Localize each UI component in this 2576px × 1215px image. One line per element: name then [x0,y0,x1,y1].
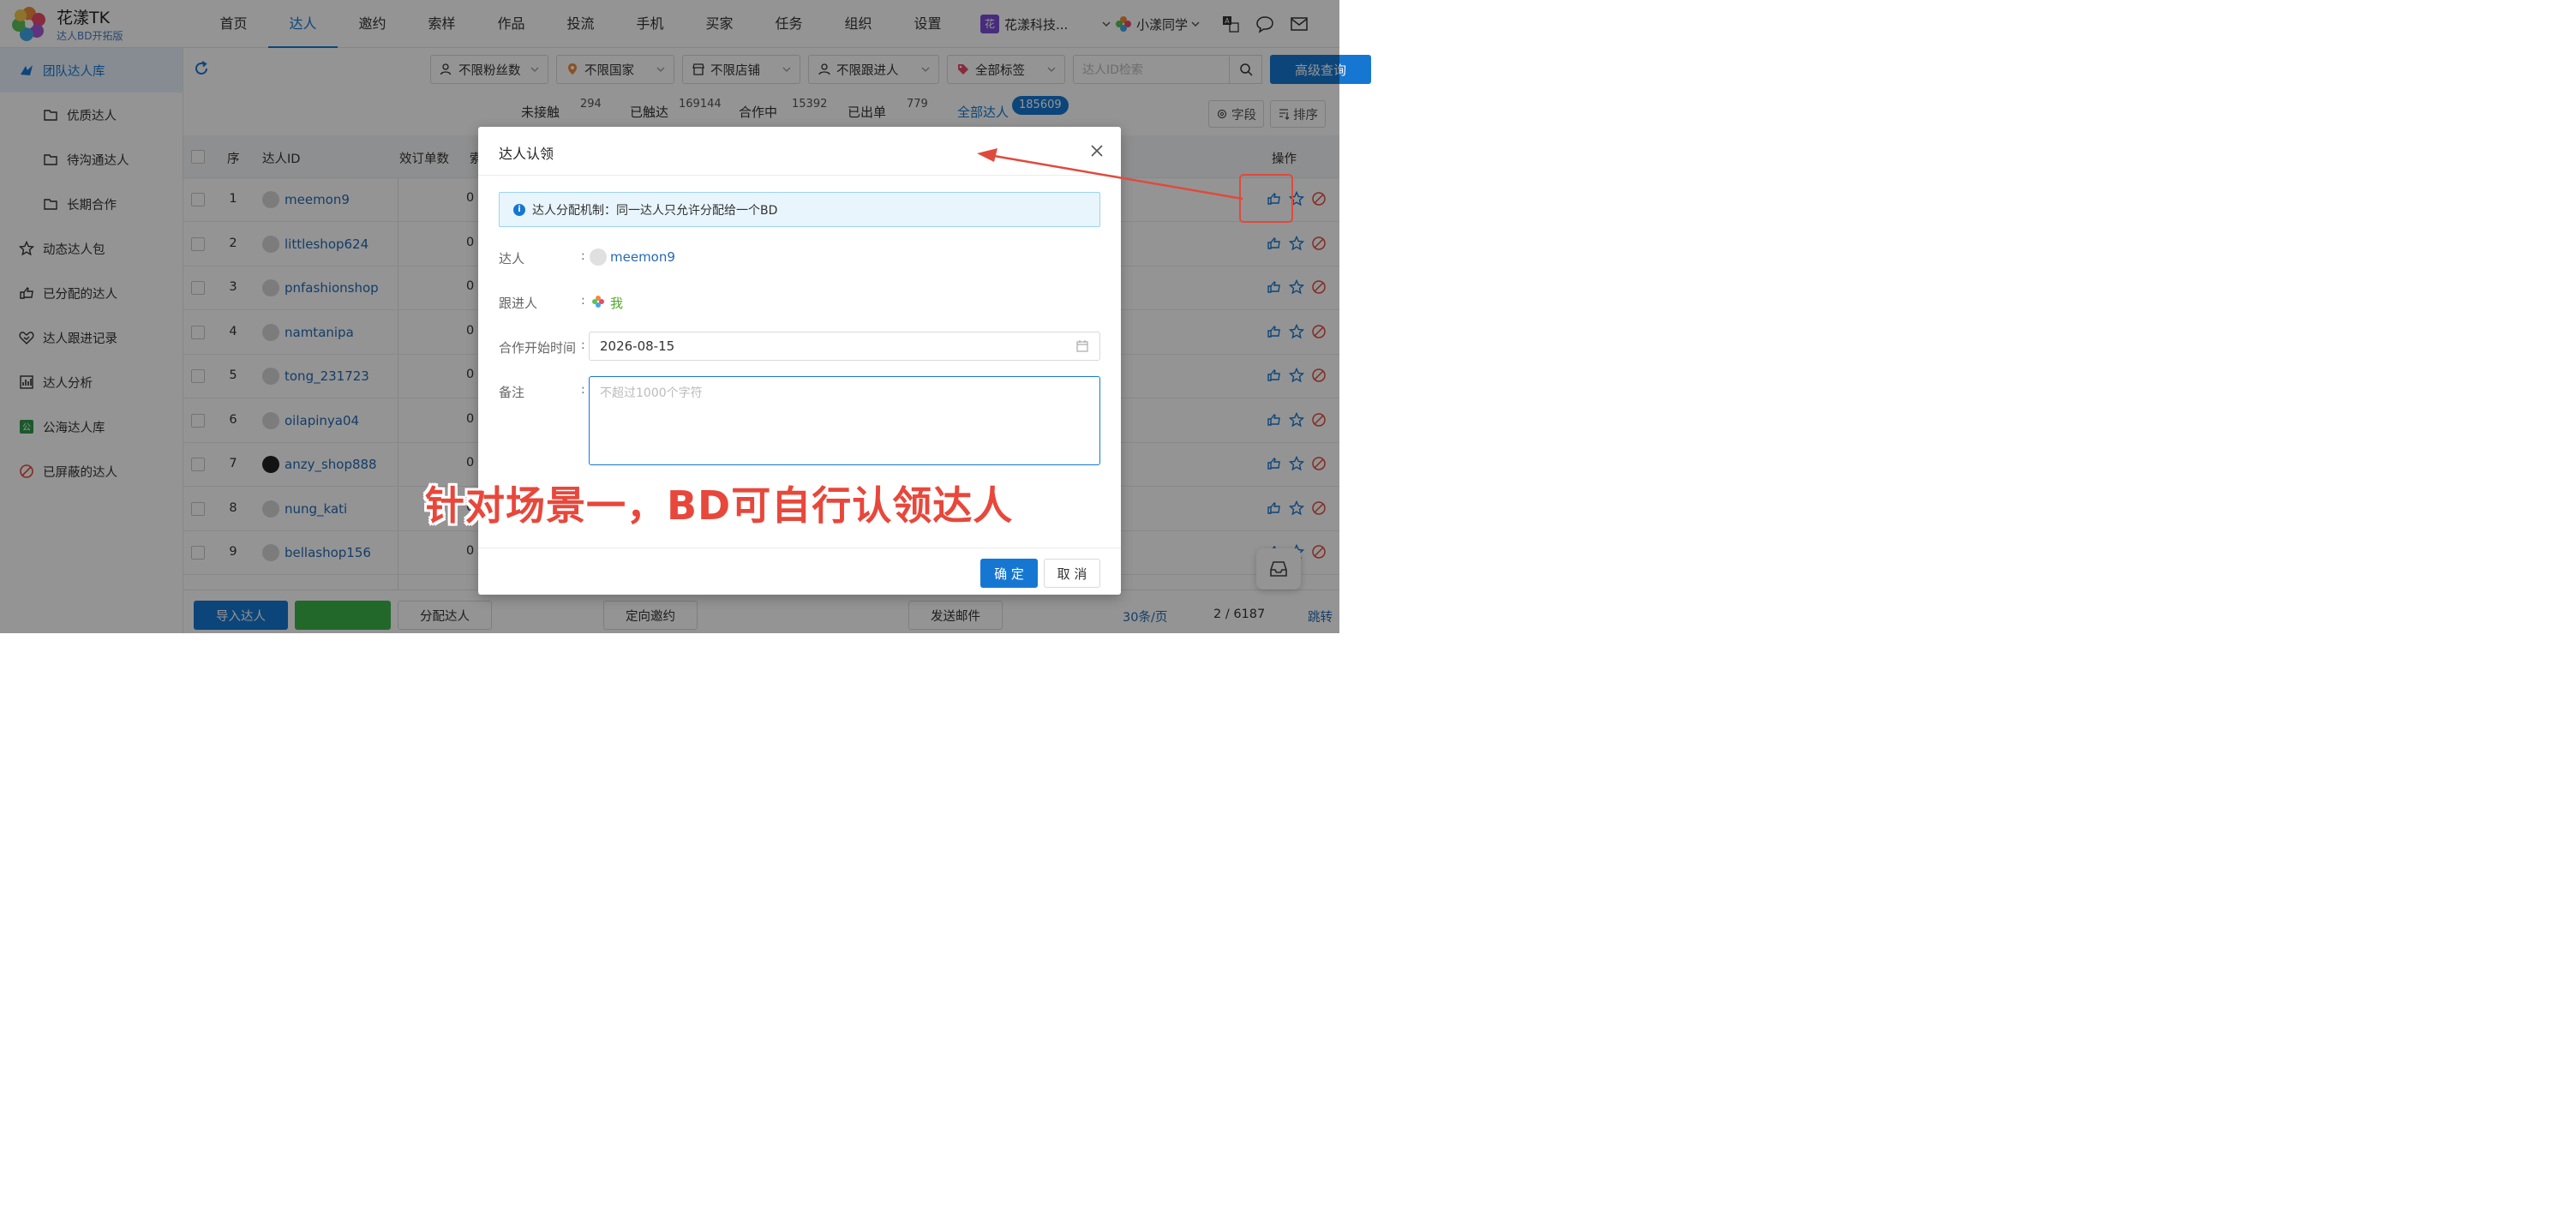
dialog-header: 达人认领 [478,127,1121,176]
creator-field-label: 达人 [499,251,525,266]
field-colon: : [581,249,585,263]
allocation-info-alert: i 达人分配机制：同一达人只允许分配给一个BD [499,192,1100,227]
confirm-label: 确 定 [994,566,1024,582]
field-colon: : [581,383,585,397]
start-date-label: 合作开始时间 [499,340,577,356]
note-label: 备注 [499,385,525,400]
cancel-label: 取 消 [1057,566,1087,582]
follower-field-label: 跟进人 [499,296,538,311]
start-date-value: 2026-08-15 [600,338,675,354]
creator-field-value[interactable]: meemon9 [610,249,675,265]
allocation-info-text: 达人分配机制：同一达人只允许分配给一个BD [532,203,778,218]
info-icon: i [513,203,525,216]
follower-field-value: 我 [610,296,624,311]
note-textarea[interactable] [589,376,1100,465]
start-date-picker[interactable]: 2026-08-15 [589,332,1100,361]
dialog-title: 达人认领 [499,146,554,162]
field-colon: : [581,338,585,352]
calendar-icon [1076,340,1088,352]
annotation-caption: 针对场景一，BD可自行认领达人 [425,482,1014,529]
highlight-claim-action [1239,174,1293,223]
creator-avatar [590,248,607,266]
confirm-button[interactable]: 确 定 [980,559,1038,588]
close-icon[interactable] [1088,142,1105,159]
cancel-button[interactable]: 取 消 [1044,559,1100,588]
field-colon: : [581,294,585,308]
follower-avatar-icon [592,296,604,308]
dialog-footer: 确 定 取 消 [478,548,1121,595]
